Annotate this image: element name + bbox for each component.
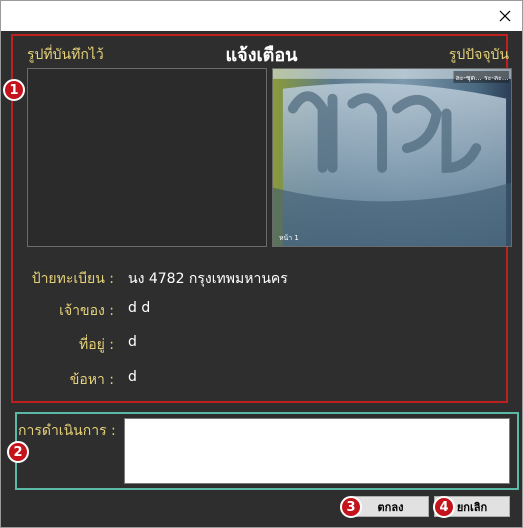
callout-marker-2: 2 bbox=[7, 441, 29, 463]
charge-value: d bbox=[128, 369, 137, 385]
current-image: ละ-ชุด... ระ-ละ... หน้า 1 bbox=[272, 68, 512, 247]
callout-marker-4: 4 bbox=[433, 496, 455, 518]
callout-marker-3: 3 bbox=[340, 496, 362, 518]
overlay-top-right-text: ละ-ชุด... ระ-ละ... bbox=[455, 74, 508, 82]
address-value: d bbox=[128, 334, 137, 350]
address-label: ที่อยู่ : bbox=[78, 337, 114, 353]
action-label: การดำเนินการ : bbox=[18, 423, 116, 439]
owner-label: เจ้าของ : bbox=[59, 303, 114, 319]
overlay-bottom-left-text: หน้า 1 bbox=[279, 234, 299, 242]
close-button[interactable] bbox=[492, 4, 518, 28]
callout-marker-1: 1 bbox=[3, 79, 25, 101]
owner-value: d d bbox=[128, 300, 151, 316]
plate-value: นง 4782 กรุงเทพมหานคร bbox=[128, 271, 288, 287]
action-input[interactable] bbox=[124, 418, 510, 484]
current-image-label: รูปปัจจุบัน bbox=[448, 47, 509, 63]
ok-button[interactable]: ตกลง bbox=[352, 496, 429, 517]
saved-image bbox=[27, 68, 267, 247]
charge-label: ข้อหา : bbox=[69, 372, 114, 388]
current-image-photo: ละ-ชุด... ระ-ละ... หน้า 1 bbox=[273, 69, 511, 246]
plate-label: ป้ายทะเบียน : bbox=[31, 271, 114, 287]
close-icon bbox=[499, 10, 511, 22]
title-bar bbox=[1, 1, 522, 31]
dialog-title: แจ้งเตือน bbox=[225, 45, 298, 66]
